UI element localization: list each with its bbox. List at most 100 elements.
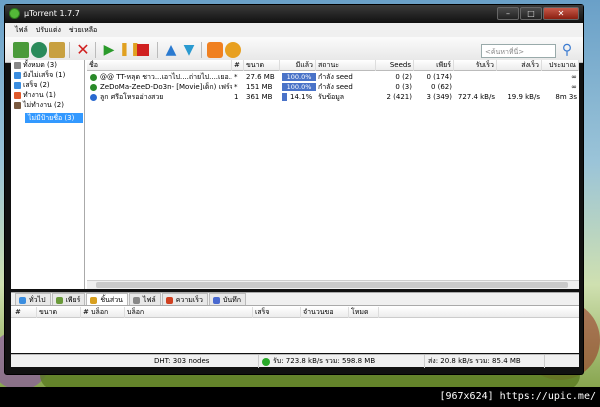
tab-files[interactable]: ไฟล์ — [128, 293, 161, 305]
active-icon — [14, 92, 21, 99]
preferences-icon[interactable] — [225, 42, 241, 58]
torrent-status: กำลัง seed — [318, 73, 353, 81]
move-down-icon[interactable]: ▼ — [181, 42, 197, 58]
torrent-name: @@ TT-หลุด ชาว...เอาไป....ถ่ายไป....เยอ.… — [100, 73, 232, 81]
sidebar-item-inactive[interactable]: ไม่ทำงาน (2) — [11, 100, 84, 110]
torrent-up — [497, 72, 542, 82]
table-row[interactable]: @@ TT-หลุด ชาว...เอาไป....ถ่ายไป....เยอ.… — [87, 72, 579, 82]
pieces-column-requests[interactable]: จำนวนขอ — [301, 307, 349, 318]
column-status[interactable]: สถานะ — [316, 60, 376, 71]
torrent-size: 361 MB — [246, 93, 273, 101]
pieces-column-mode[interactable]: โหมด — [349, 307, 379, 318]
torrent-name: ZeDoMa-ZeeD-Do3n- [Movie]เด็ก) เฟร์จ ... — [100, 83, 232, 91]
pieces-column-blocks-count[interactable]: # บล็อก — [81, 307, 125, 318]
image-caption: [967x624] https://upic.me/ — [0, 387, 600, 407]
toolbar-separator — [201, 42, 202, 58]
torrent-list: ชื่อ # ขนาด มีแล้ว สถานะ Seeds เพียร์ รั… — [87, 60, 579, 289]
table-row[interactable]: ZeDoMa-ZeeD-Do3n- [Movie]เด็ก) เฟร์จ ...… — [87, 82, 579, 92]
add-url-icon[interactable] — [31, 42, 47, 58]
torrent-eta: ∞ — [571, 73, 577, 81]
speed-icon — [165, 297, 173, 304]
torrent-status: รับข้อมูล — [318, 93, 345, 101]
sidebar-item-label: ทำงาน (1) — [23, 91, 56, 99]
logger-icon — [212, 297, 220, 304]
torrent-list-header: ชื่อ # ขนาด มีแล้ว สถานะ Seeds เพียร์ รั… — [87, 60, 579, 71]
sidebar-item-all[interactable]: ทั้งหมด (3) — [11, 60, 84, 70]
column-eta[interactable]: ประมาณ — [542, 60, 579, 71]
progress-text: 100.0% — [286, 83, 312, 91]
horizontal-scrollbar[interactable] — [87, 280, 579, 289]
torrent-status-icon — [90, 94, 97, 101]
tab-general[interactable]: ทั่วไป — [15, 293, 51, 305]
pause-icon[interactable]: ❚❚ — [119, 42, 141, 58]
tab-speed[interactable]: ความเร็ว — [161, 293, 208, 305]
torrent-size: 151 MB — [246, 83, 273, 91]
toolbar-separator — [95, 42, 96, 58]
pieces-column-completed[interactable]: เสร็จ — [253, 307, 301, 318]
torrent-peers: 0 (62) — [430, 83, 452, 91]
rss-icon[interactable] — [207, 42, 223, 58]
inactive-icon — [14, 102, 21, 109]
tab-label: ความเร็ว — [175, 296, 203, 304]
sidebar-item-label: เสร็จ (2) — [23, 81, 50, 89]
close-button[interactable]: ✕ — [543, 7, 579, 20]
column-seeds[interactable]: Seeds — [376, 60, 414, 71]
create-torrent-icon[interactable] — [49, 42, 65, 58]
remove-icon[interactable]: ✕ — [75, 42, 91, 58]
sidebar-item-active[interactable]: ทำงาน (1) — [11, 90, 84, 100]
minimize-button[interactable]: – — [497, 7, 519, 20]
torrent-eta: 8m 3s — [555, 93, 577, 101]
download-status: รับ: 723.8 kB/s รวม: 598.8 MB — [259, 355, 425, 368]
column-up-speed[interactable]: ส่งเร็ว — [497, 60, 542, 71]
status-bar: DHT: 303 nodes รับ: 723.8 kB/s รวม: 598.… — [11, 354, 579, 368]
torrent-status-icon — [90, 74, 97, 81]
tab-label: ไฟล์ — [142, 296, 156, 304]
column-peers[interactable]: เพียร์ — [414, 60, 454, 71]
tab-label: ทั่วไป — [29, 296, 46, 304]
stop-icon[interactable] — [137, 44, 149, 56]
torrent-seeds: 2 (421) — [386, 93, 412, 101]
sidebar-item-downloading[interactable]: ยังไม่เสร็จ (1) — [11, 70, 84, 80]
torrent-up — [497, 82, 542, 92]
tab-label: บันทึก — [222, 296, 242, 304]
pieces-column-size[interactable]: ขนาด — [37, 307, 81, 318]
pieces-column-index[interactable]: # — [11, 307, 37, 318]
tab-pieces[interactable]: ชิ้นส่วน — [86, 293, 128, 305]
column-done[interactable]: มีแล้ว — [280, 60, 316, 71]
menu-file[interactable]: ไฟล์ — [15, 25, 28, 36]
sidebar-item-no-label[interactable]: ไม่มีป้ายชื่อ (3) — [25, 113, 83, 123]
torrent-status: กำลัง seed — [318, 83, 353, 91]
tab-label: ชิ้นส่วน — [100, 296, 123, 304]
downloading-icon — [14, 72, 21, 79]
sidebar-item-completed[interactable]: เสร็จ (2) — [11, 80, 84, 90]
torrent-num: 1 — [234, 93, 239, 101]
column-size[interactable]: ขนาด — [244, 60, 280, 71]
start-icon[interactable]: ▶ — [101, 42, 117, 58]
pieces-column-blocks[interactable]: บล็อก — [125, 307, 253, 318]
progress-bar-fill — [282, 93, 287, 101]
move-up-icon[interactable]: ▲ — [163, 42, 179, 58]
maximize-button[interactable]: □ — [520, 7, 542, 20]
menu-options[interactable]: ปรับแต่ง — [36, 25, 61, 36]
add-torrent-icon[interactable] — [13, 42, 29, 58]
torrent-up: 19.9 kB/s — [507, 93, 540, 101]
search-input[interactable]: <ค้นหาที่นี่> — [481, 44, 556, 58]
tab-logger[interactable]: บันทึก — [208, 293, 247, 305]
column-name[interactable]: ชื่อ — [87, 60, 232, 71]
tab-peers[interactable]: เพียร์ — [51, 293, 86, 305]
torrent-num: * — [234, 83, 238, 91]
torrent-size: 27.6 MB — [246, 73, 275, 81]
completed-icon — [14, 82, 21, 89]
search-engine-icon[interactable]: ⚲ — [559, 42, 575, 58]
torrent-status-icon — [90, 84, 97, 91]
table-row[interactable]: ลูก ศรีอโหรออ่างสวย 1 361 MB รับข้อมูล 2 (42… — [87, 92, 579, 102]
column-down-speed[interactable]: รับเร็ว — [454, 60, 497, 71]
toolbar-separator — [69, 42, 70, 58]
menu-help[interactable]: ช่วยเหลือ — [69, 25, 97, 36]
dht-status: DHT: 303 nodes — [151, 355, 259, 368]
torrent-peers: 3 (349) — [426, 93, 452, 101]
window-title: µTorrent 1.7.7 — [24, 9, 80, 18]
scrollbar-thumb[interactable] — [96, 282, 568, 288]
column-queue[interactable]: # — [232, 60, 244, 71]
category-sidebar: ทั้งหมด (3) ยังไม่เสร็จ (1) เสร็จ (2) ทำ… — [11, 60, 85, 289]
